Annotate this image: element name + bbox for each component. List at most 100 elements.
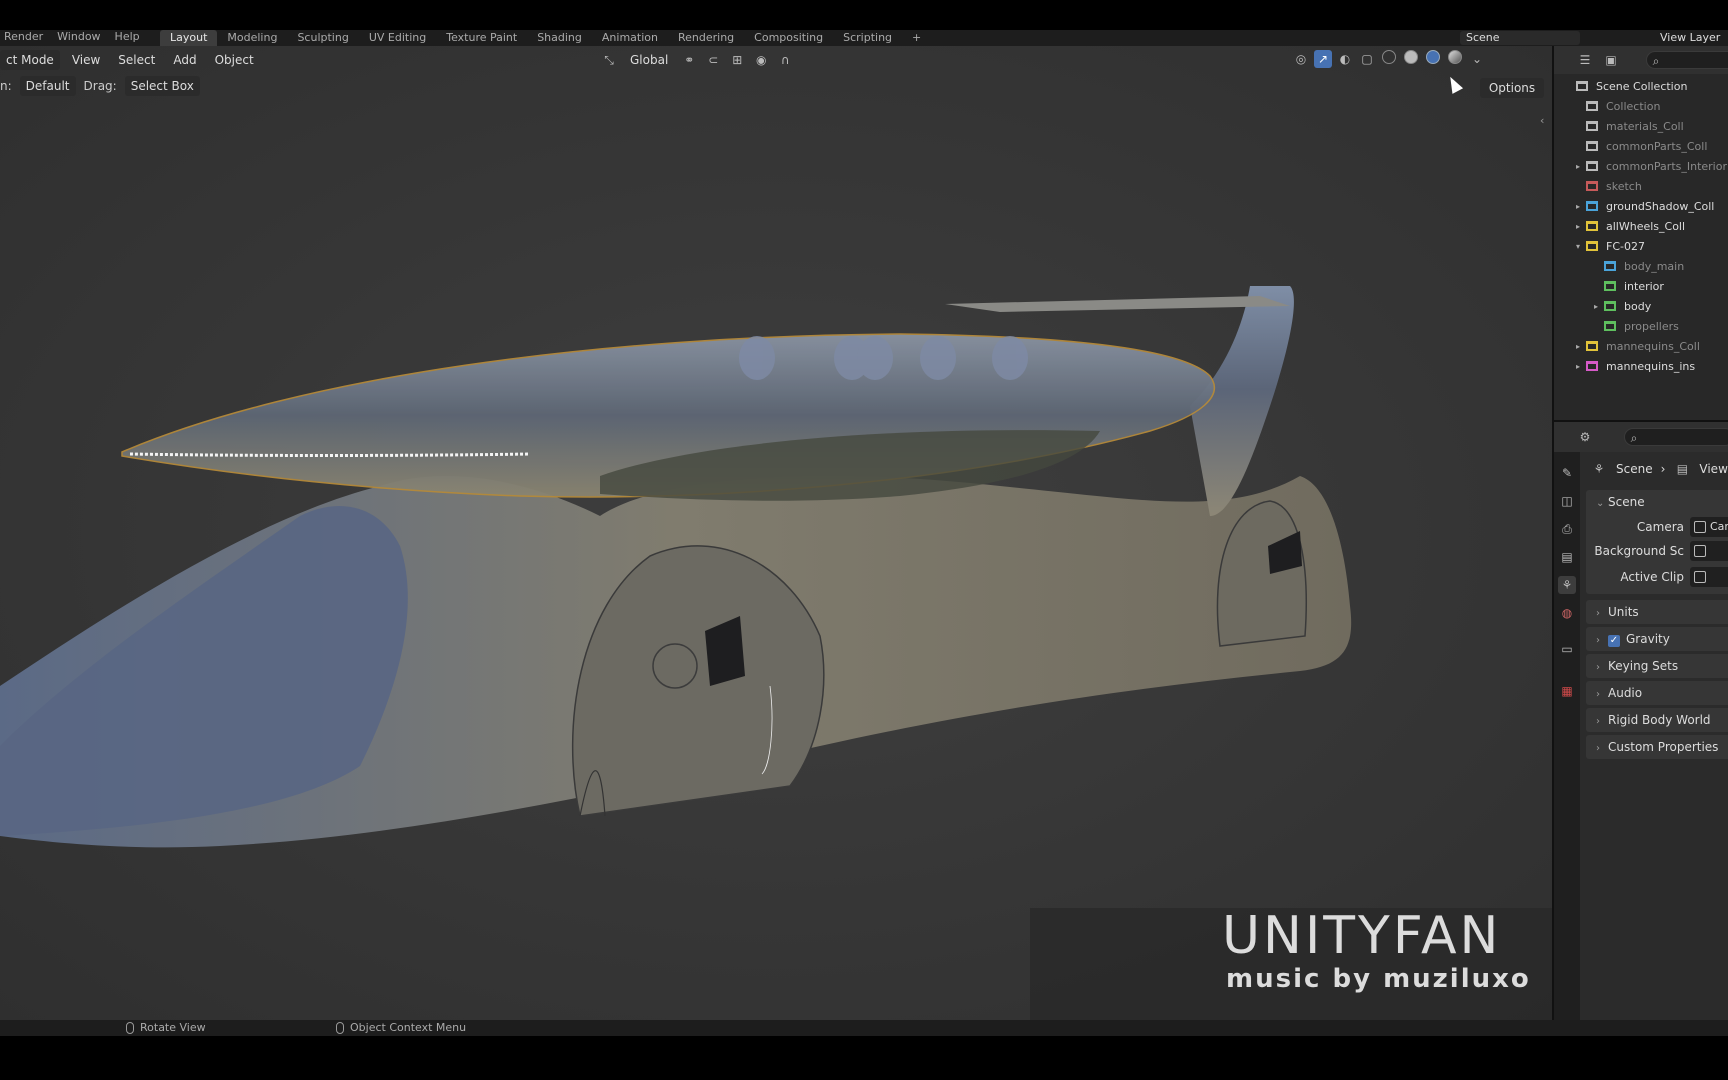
expand-toggle-icon[interactable]: ▾ bbox=[1576, 242, 1586, 251]
background-scene-field[interactable] bbox=[1690, 541, 1728, 561]
tab-rendering[interactable]: Rendering bbox=[668, 30, 744, 46]
viewport-header-center: ⤡ Global ⚭ ⊂ ⊞ ◉ ∩ bbox=[600, 50, 794, 70]
outliner-item-label: FC-027 bbox=[1606, 239, 1645, 253]
properties-search-input[interactable]: ⌕ bbox=[1624, 428, 1728, 446]
outliner-item[interactable]: ▸ allWheels_Coll bbox=[1554, 216, 1728, 236]
wireframe-shading-icon[interactable] bbox=[1380, 50, 1398, 68]
collection-tab-icon[interactable]: ▭ bbox=[1558, 640, 1576, 658]
gizmo-icon[interactable]: ↗ bbox=[1314, 50, 1332, 68]
expand-toggle-icon[interactable]: ▸ bbox=[1576, 162, 1586, 171]
world-tab-icon[interactable]: ◍ bbox=[1558, 604, 1576, 622]
outliner-item[interactable]: ▾ FC-027 bbox=[1554, 236, 1728, 256]
breadcrumb-scene[interactable]: Scene bbox=[1616, 462, 1653, 476]
outliner-item[interactable]: interior bbox=[1554, 276, 1728, 296]
property-panel[interactable]: › Custom Properties bbox=[1586, 735, 1728, 759]
menu-help[interactable]: Help bbox=[115, 30, 140, 43]
xray-icon[interactable]: ▢ bbox=[1358, 50, 1376, 68]
transform-orientation-dropdown[interactable]: Global bbox=[624, 50, 674, 70]
outliner-item[interactable]: sketch bbox=[1554, 176, 1728, 196]
menu-object[interactable]: Object bbox=[209, 50, 260, 70]
snap-target-icon[interactable]: ⊞ bbox=[728, 51, 746, 69]
outliner-item[interactable]: materials_Coll bbox=[1554, 116, 1728, 136]
tab-scripting[interactable]: Scripting bbox=[833, 30, 902, 46]
tab-modeling[interactable]: Modeling bbox=[217, 30, 287, 46]
scene-selector[interactable]: Scene bbox=[1460, 31, 1580, 45]
chevron-right-icon: › bbox=[1596, 635, 1600, 646]
view-layer-tab-icon[interactable]: ▤ bbox=[1558, 548, 1576, 566]
scene-panel-header[interactable]: ⌄ Scene bbox=[1586, 490, 1728, 514]
sidebar-toggle-icon[interactable]: ‹ bbox=[1540, 114, 1544, 127]
tab-shading[interactable]: Shading bbox=[527, 30, 592, 46]
status-rotate: Rotate View bbox=[126, 1021, 206, 1034]
active-clip-row: Active Clip bbox=[1586, 566, 1728, 588]
property-panel[interactable]: › Units bbox=[1586, 600, 1728, 624]
menu-view[interactable]: View bbox=[66, 50, 106, 70]
menu-render[interactable]: Render bbox=[4, 30, 43, 43]
output-tab-icon[interactable]: ⎙ bbox=[1558, 520, 1576, 538]
overlays-icon[interactable]: ◐ bbox=[1336, 50, 1354, 68]
outliner-search-input[interactable]: ⌕ bbox=[1646, 51, 1728, 69]
proportional-edit-icon[interactable]: ◉ bbox=[752, 51, 770, 69]
solid-shading-icon[interactable] bbox=[1402, 50, 1420, 68]
outliner-item-label: commonParts_Coll bbox=[1606, 139, 1708, 153]
render-tab-icon[interactable]: ◫ bbox=[1558, 492, 1576, 510]
tool-tab-icon[interactable]: ✎ bbox=[1558, 464, 1576, 482]
outliner-item[interactable]: Collection bbox=[1554, 96, 1728, 116]
view-layer-selector[interactable]: View Layer bbox=[1660, 31, 1728, 45]
outliner-item[interactable]: ▸ commonParts_Interior bbox=[1554, 156, 1728, 176]
outliner-editor-type-icon[interactable]: ☰ bbox=[1576, 51, 1594, 69]
expand-toggle-icon[interactable]: ▸ bbox=[1576, 202, 1586, 211]
options-dropdown[interactable]: Options bbox=[1480, 78, 1544, 98]
tab-compositing[interactable]: Compositing bbox=[744, 30, 833, 46]
tab-sculpting[interactable]: Sculpting bbox=[287, 30, 358, 46]
active-clip-field[interactable] bbox=[1690, 567, 1728, 587]
menu-select[interactable]: Select bbox=[112, 50, 161, 70]
orientation-dropdown[interactable]: Default bbox=[19, 76, 76, 96]
menu-window[interactable]: Window bbox=[57, 30, 100, 43]
menu-add[interactable]: Add bbox=[167, 50, 202, 70]
pivot-point-icon[interactable]: ⚭ bbox=[680, 51, 698, 69]
camera-field[interactable]: Car bbox=[1690, 517, 1728, 537]
expand-toggle-icon[interactable]: ▸ bbox=[1576, 222, 1586, 231]
right-mouse-icon bbox=[336, 1021, 344, 1034]
expand-toggle-icon[interactable]: ▸ bbox=[1594, 302, 1604, 311]
outliner-root-row[interactable]: Scene Collection bbox=[1554, 76, 1728, 96]
outliner-item[interactable]: body_main bbox=[1554, 256, 1728, 276]
tab-animation[interactable]: Animation bbox=[592, 30, 668, 46]
workspace-tabs: Layout Modeling Sculpting UV Editing Tex… bbox=[160, 30, 931, 46]
property-panel[interactable]: › Audio bbox=[1586, 681, 1728, 705]
add-workspace-button[interactable]: + bbox=[902, 30, 931, 46]
scene-tab-icon[interactable]: ⚘ bbox=[1558, 576, 1576, 594]
properties-editor-type-icon[interactable]: ⚙ bbox=[1576, 428, 1594, 446]
texture-tab-icon[interactable]: ▦ bbox=[1558, 682, 1576, 700]
gravity-checkbox[interactable]: ✓ bbox=[1608, 635, 1620, 647]
outliner-item[interactable]: ▸ mannequins_ins bbox=[1554, 356, 1728, 376]
property-panel[interactable]: › Keying Sets bbox=[1586, 654, 1728, 678]
snap-icon[interactable]: ⊂ bbox=[704, 51, 722, 69]
chevron-right-icon: › bbox=[1596, 743, 1600, 754]
outliner-item[interactable]: ▸ groundShadow_Coll bbox=[1554, 196, 1728, 216]
shading-options-icon[interactable]: ⌄ bbox=[1468, 50, 1486, 68]
property-panel[interactable]: › ✓ Gravity bbox=[1586, 627, 1728, 651]
expand-toggle-icon[interactable]: ▸ bbox=[1576, 342, 1586, 351]
outliner-item[interactable]: commonParts_Coll bbox=[1554, 136, 1728, 156]
mode-selector[interactable]: ct Mode bbox=[0, 50, 60, 70]
rendered-shading-icon[interactable] bbox=[1446, 50, 1464, 68]
tab-texture-paint[interactable]: Texture Paint bbox=[436, 30, 527, 46]
outliner-item[interactable]: propellers bbox=[1554, 316, 1728, 336]
property-panel[interactable]: › Rigid Body World bbox=[1586, 708, 1728, 732]
outliner-item[interactable]: ▸ mannequins_Coll bbox=[1554, 336, 1728, 356]
tab-layout[interactable]: Layout bbox=[160, 30, 218, 46]
viewport-render bbox=[0, 286, 1352, 848]
falloff-icon[interactable]: ∩ bbox=[776, 51, 794, 69]
display-mode-icon[interactable]: ▣ bbox=[1602, 51, 1620, 69]
tab-uv-editing[interactable]: UV Editing bbox=[359, 30, 436, 46]
drag-dropdown[interactable]: Select Box bbox=[124, 76, 200, 96]
material-shading-icon[interactable] bbox=[1424, 50, 1442, 68]
expand-toggle-icon[interactable]: ▸ bbox=[1576, 362, 1586, 371]
outliner-item[interactable]: ▸ body bbox=[1554, 296, 1728, 316]
property-panel-label: Keying Sets bbox=[1608, 659, 1679, 673]
breadcrumb-view[interactable]: View bbox=[1699, 462, 1727, 476]
visibility-icon[interactable]: ◎ bbox=[1292, 50, 1310, 68]
3d-viewport[interactable]: ct Mode View Select Add Object ⤡ Global … bbox=[0, 46, 1552, 1020]
